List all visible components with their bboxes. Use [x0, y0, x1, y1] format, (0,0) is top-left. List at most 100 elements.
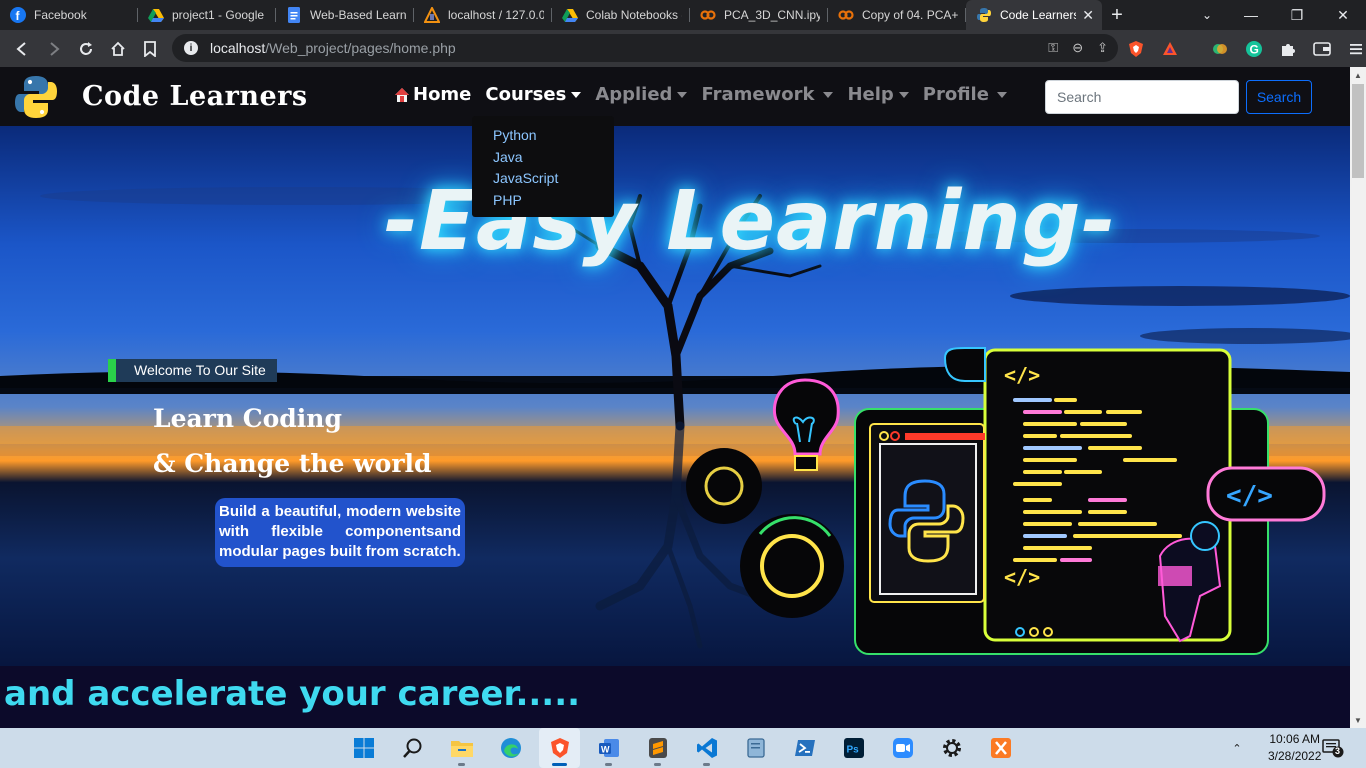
- minimize-button[interactable]: —: [1228, 0, 1274, 30]
- notification-count-badge: 3: [1335, 746, 1341, 756]
- nav-home-label: Home: [413, 84, 472, 105]
- python-logo-icon[interactable]: [12, 73, 60, 121]
- hero-heading-line2: & Change the world: [153, 449, 432, 478]
- vscode-icon[interactable]: [686, 728, 727, 768]
- file-explorer-icon[interactable]: [441, 728, 482, 768]
- url-path: /Web_project/pages/home.php: [265, 40, 456, 56]
- facebook-icon: f: [10, 7, 26, 23]
- maximize-button[interactable]: ❐: [1274, 0, 1320, 30]
- colab-icon: [700, 7, 716, 23]
- close-window-button[interactable]: ✕: [1320, 0, 1366, 30]
- grammarly-icon[interactable]: G: [1240, 35, 1268, 63]
- brave-browser-icon[interactable]: [539, 728, 580, 768]
- extension-colorful-icon[interactable]: [1206, 35, 1234, 63]
- forward-arrow-icon[interactable]: [38, 33, 70, 65]
- welcome-badge: Welcome To Our Site: [108, 359, 277, 382]
- sticky-notes-icon[interactable]: [735, 728, 776, 768]
- microsoft-word-icon[interactable]: W: [588, 728, 629, 768]
- caret-down-icon: [677, 91, 688, 98]
- tab-pca-3d-cnn[interactable]: PCA_3D_CNN.ipynb: [690, 0, 828, 30]
- browser-menu-icon[interactable]: [1342, 35, 1366, 63]
- svg-text:</>: </>: [1004, 565, 1040, 589]
- dropdown-item-python[interactable]: Python: [493, 125, 614, 147]
- tab-label: localhost / 127.0.0.: [448, 8, 544, 22]
- main-nav: Home Courses Applied Framework Help Prof…: [394, 84, 1007, 105]
- photoshop-icon[interactable]: Ps: [833, 728, 874, 768]
- colab-icon: [838, 7, 854, 23]
- system-tray: ⌃ 10:06 AM 3/28/2022: [1228, 728, 1321, 768]
- dropdown-item-javascript[interactable]: JavaScript: [493, 168, 614, 190]
- tab-code-learners[interactable]: Code Learners ✕: [966, 0, 1102, 30]
- caret-down-icon: [571, 91, 582, 98]
- phpmyadmin-icon: [424, 7, 440, 23]
- windows-taskbar: W Ps ⌃ 10:06 AM 3/28/2022 3: [0, 728, 1366, 768]
- url-host: localhost: [210, 40, 266, 56]
- nav-applied-dropdown[interactable]: Applied: [595, 84, 688, 105]
- powershell-icon[interactable]: [784, 728, 825, 768]
- toolbar-divider: [1190, 35, 1200, 63]
- brave-shields-icon[interactable]: [1122, 35, 1150, 63]
- svg-text:W: W: [601, 745, 610, 755]
- tab-copy-of-pca[interactable]: Copy of 04. PCA+N: [828, 0, 966, 30]
- search-icon[interactable]: [392, 728, 433, 768]
- windows-start-icon[interactable]: [343, 728, 384, 768]
- home-icon[interactable]: [102, 33, 134, 65]
- share-icon[interactable]: ⇪: [1097, 40, 1108, 56]
- key-icon[interactable]: ⚿: [1048, 40, 1058, 56]
- caret-down-icon: [898, 91, 909, 98]
- tab-label: Copy of 04. PCA+N: [862, 8, 958, 22]
- zoom-icon[interactable]: ⊖: [1072, 40, 1083, 56]
- search-input[interactable]: [1045, 80, 1239, 114]
- scroll-down-arrow-icon[interactable]: ▼: [1350, 712, 1366, 728]
- extensions-puzzle-icon[interactable]: [1274, 35, 1302, 63]
- tab-colab-notebooks[interactable]: Colab Notebooks -: [552, 0, 690, 30]
- tab-search-chevron-icon[interactable]: ⌄: [1192, 0, 1222, 30]
- omnibox-actions: ⚿ ⊖ ⇪: [1048, 34, 1108, 62]
- nav-profile-label: Profile: [922, 84, 989, 105]
- nav-profile-dropdown[interactable]: Profile: [923, 84, 1007, 105]
- page-scrollbar[interactable]: ▲ ▼: [1350, 67, 1366, 728]
- xampp-icon[interactable]: [980, 728, 1021, 768]
- tab-phpmyadmin[interactable]: localhost / 127.0.0.: [414, 0, 552, 30]
- wallet-icon[interactable]: [1308, 35, 1336, 63]
- google-docs-icon: [286, 7, 302, 23]
- neon-coding-illustration: </> </> </>: [686, 347, 1326, 655]
- browser-tab-strip: f Facebook project1 - Google D Web-Based…: [0, 0, 1366, 30]
- tab-google-drive-project1[interactable]: project1 - Google D: [138, 0, 276, 30]
- extension-icons: G: [1122, 30, 1366, 67]
- running-indicator: [654, 763, 661, 766]
- nav-courses-label: Courses: [485, 84, 567, 105]
- nav-courses-dropdown[interactable]: Courses: [485, 84, 582, 105]
- tab-label: Facebook: [34, 8, 87, 22]
- back-arrow-icon[interactable]: [6, 33, 38, 65]
- google-drive-icon: [148, 7, 164, 23]
- brand-name[interactable]: Code Learners: [82, 81, 308, 112]
- scrollbar-thumb[interactable]: [1352, 84, 1364, 178]
- close-tab-icon[interactable]: ✕: [1082, 7, 1094, 24]
- clock-date: 3/28/2022: [1268, 749, 1322, 763]
- zoom-app-icon[interactable]: [882, 728, 923, 768]
- show-hidden-icons-chevron-icon[interactable]: ⌃: [1228, 742, 1246, 755]
- tab-facebook[interactable]: f Facebook: [0, 0, 138, 30]
- taskbar-clock[interactable]: 10:06 AM 3/28/2022: [1268, 731, 1321, 765]
- brave-rewards-icon[interactable]: [1156, 35, 1184, 63]
- sublime-text-icon[interactable]: [637, 728, 678, 768]
- scroll-up-arrow-icon[interactable]: ▲: [1350, 67, 1366, 83]
- dropdown-item-java[interactable]: Java: [493, 147, 614, 169]
- edge-browser-icon[interactable]: [490, 728, 531, 768]
- search-button[interactable]: Search: [1246, 80, 1312, 114]
- nav-framework-dropdown[interactable]: Framework: [701, 84, 834, 105]
- tab-label: project1 - Google D: [172, 8, 268, 22]
- reload-icon[interactable]: [70, 33, 102, 65]
- new-tab-button[interactable]: +: [1102, 0, 1132, 30]
- nav-help-dropdown[interactable]: Help: [847, 84, 909, 105]
- address-bar[interactable]: i localhost/Web_project/pages/home.php ⚿…: [172, 34, 1118, 62]
- settings-gear-icon[interactable]: [931, 728, 972, 768]
- tab-google-docs[interactable]: Web-Based Learnin: [276, 0, 414, 30]
- dropdown-item-php[interactable]: PHP: [493, 190, 614, 212]
- caret-down-icon: [823, 91, 834, 98]
- nav-home[interactable]: Home: [394, 84, 471, 105]
- site-info-icon[interactable]: i: [184, 41, 198, 55]
- bookmark-icon[interactable]: [134, 33, 166, 65]
- notification-center-icon[interactable]: 3: [1322, 738, 1344, 758]
